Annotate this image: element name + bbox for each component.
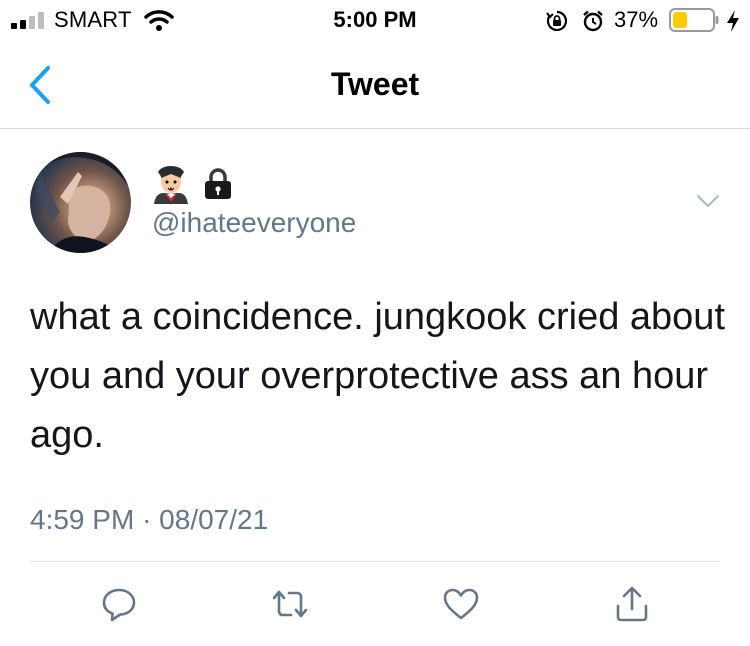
carrier-name: SMART bbox=[54, 7, 132, 32]
tweet-text: what a coincidence. jungkook cried about… bbox=[30, 296, 726, 456]
user-handle[interactable]: @ihateeveryone bbox=[152, 207, 356, 239]
retweet-icon[interactable] bbox=[270, 584, 310, 624]
alarm-icon bbox=[583, 10, 603, 32]
tweet-date: 08/07/21 bbox=[159, 504, 269, 535]
share-icon[interactable] bbox=[612, 584, 652, 624]
chevron-down-icon[interactable] bbox=[696, 194, 720, 208]
charging-icon bbox=[727, 10, 739, 32]
page-title: Tweet bbox=[330, 66, 420, 102]
timestamp-separator: · bbox=[142, 504, 152, 535]
lock-emoji-icon bbox=[205, 168, 231, 199]
avatar[interactable] bbox=[30, 152, 131, 253]
vampire-emoji-icon bbox=[154, 166, 188, 204]
tweet-time: 4:59 PM bbox=[30, 504, 135, 535]
reply-icon[interactable] bbox=[99, 584, 139, 624]
nav-bar: Tweet bbox=[0, 42, 750, 129]
wifi-icon bbox=[144, 10, 174, 31]
battery-percent: 37% bbox=[614, 7, 659, 32]
back-chevron-icon[interactable] bbox=[26, 64, 54, 106]
tweet-timestamp: 4:59 PM · 08/07/21 bbox=[30, 504, 268, 536]
divider bbox=[30, 561, 720, 562]
orientation-lock-icon bbox=[546, 10, 568, 32]
status-bar: SMART 5:00 PM 37% bbox=[0, 0, 750, 42]
signal-icon bbox=[11, 12, 44, 29]
battery-icon bbox=[669, 8, 719, 32]
like-icon[interactable] bbox=[441, 584, 481, 624]
